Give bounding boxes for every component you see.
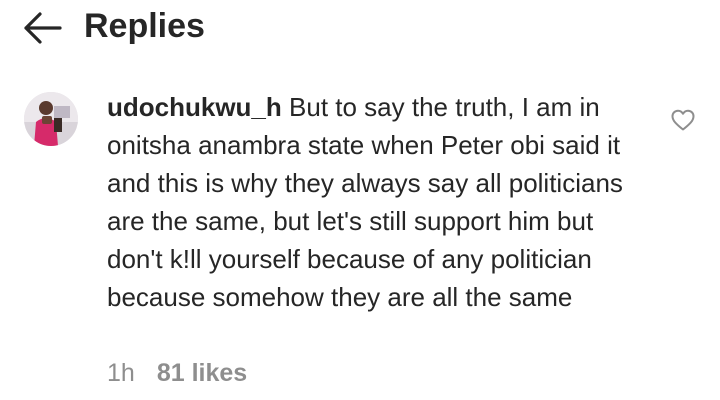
back-button[interactable] bbox=[20, 8, 64, 48]
comment-username[interactable]: udochukwu_h bbox=[107, 92, 282, 122]
comment-time: 1h bbox=[107, 359, 135, 387]
comment-content: udochukwu_h But to say the truth, I am i… bbox=[107, 88, 655, 316]
avatar[interactable] bbox=[24, 92, 78, 146]
profile-photo bbox=[24, 92, 78, 146]
like-button[interactable] bbox=[670, 108, 696, 132]
page-title: Replies bbox=[84, 7, 205, 45]
replies-screen: Replies udochukwu_h But to say the truth… bbox=[0, 0, 720, 400]
comment-body: udochukwu_h But to say the truth, I am i… bbox=[107, 88, 655, 316]
likes-count[interactable]: 81 likes bbox=[157, 359, 247, 387]
comment-meta: 1h 81 likes bbox=[107, 356, 247, 390]
arrow-left-icon bbox=[24, 12, 62, 44]
header: Replies bbox=[0, 0, 720, 56]
heart-outline-icon bbox=[671, 109, 695, 131]
comment-text: But to say the truth, I am in onitsha an… bbox=[107, 92, 623, 312]
